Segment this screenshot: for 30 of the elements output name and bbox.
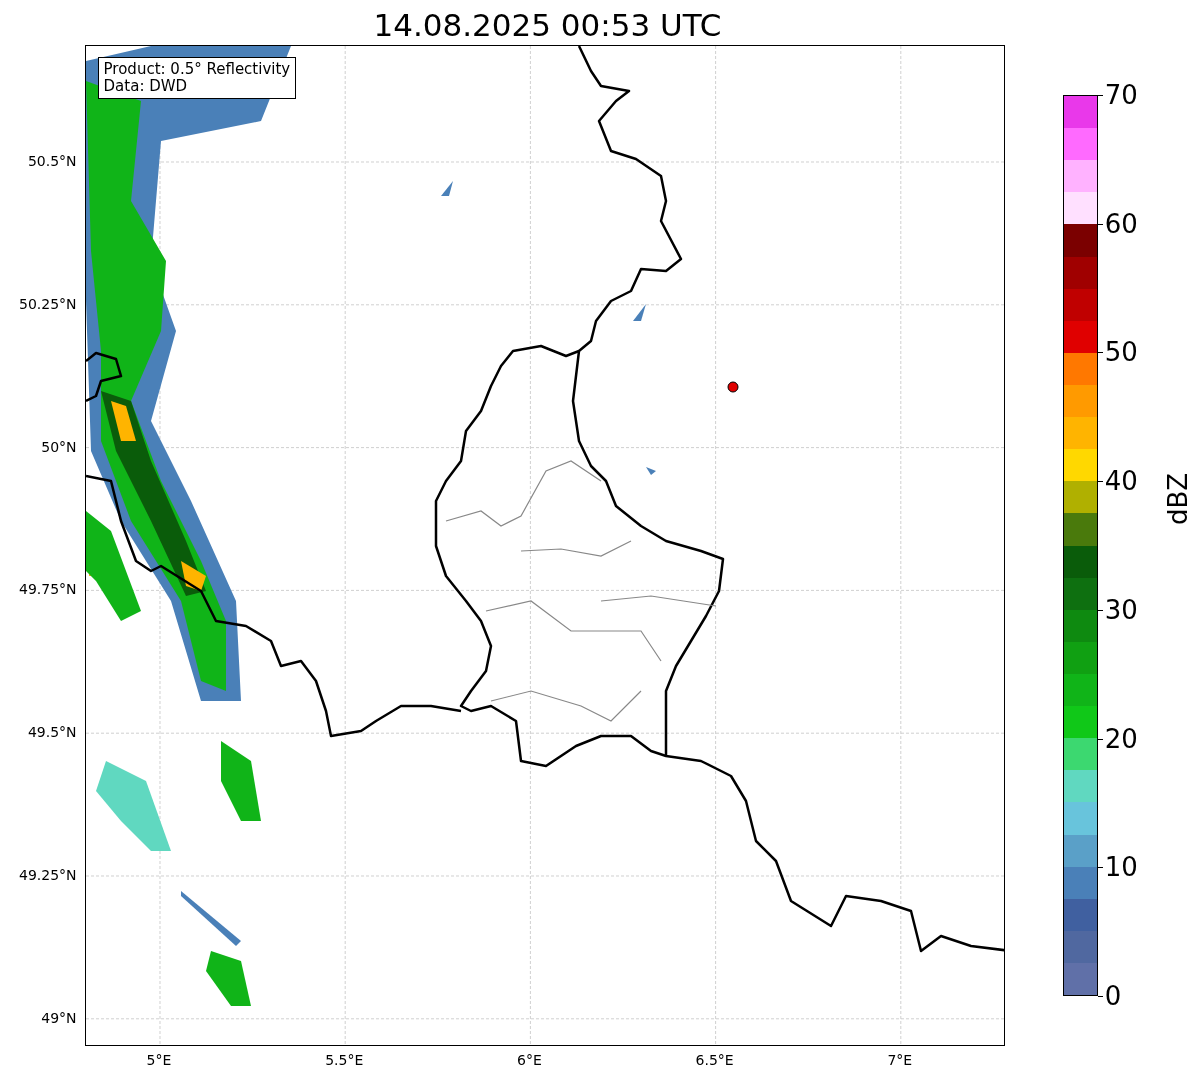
radar-echo: [205, 951, 251, 1006]
colorbar-tick-label: 0: [1104, 983, 1122, 1009]
latitude-label: 49.75°N: [19, 579, 77, 599]
colorbar-tick-label: 60: [1104, 210, 1138, 237]
latitude-label: 50.25°N: [19, 294, 77, 314]
radar-echo: [180, 891, 241, 946]
chart-title: 14.08.2025 00:53 UTC: [372, 6, 723, 45]
info-text: Product: 0.5° Reflectivity: [103, 61, 291, 78]
colorbar-tick-label: 50: [1104, 339, 1138, 366]
radar-echo: [645, 467, 656, 475]
colorbar-label: dBZ: [1161, 472, 1194, 525]
longitude-label: 5.5°E: [325, 1051, 364, 1070]
longitude-label: 6.5°E: [695, 1051, 734, 1070]
colorbar-tick-label: 10: [1104, 854, 1138, 881]
radar-echo: [632, 304, 646, 321]
longitude-label: 5°E: [146, 1051, 172, 1070]
colorbar-tick-label: 20: [1104, 725, 1138, 752]
longitude-label: 7°E: [887, 1051, 913, 1070]
colorbar-tick-label: 70: [1104, 82, 1138, 108]
location-marker: [727, 381, 739, 393]
latitude-label: 49.25°N: [19, 865, 77, 885]
info-text: Data: DWD: [103, 78, 189, 95]
latitude-label: 49.5°N: [27, 722, 77, 742]
colorbar-tick-label: 30: [1104, 596, 1138, 623]
latitude-label: 50°N: [41, 437, 77, 457]
radar-echo: [440, 181, 453, 196]
longitude-label: 6°E: [517, 1051, 542, 1070]
latitude-label: 50.5°N: [27, 151, 77, 171]
colorbar-tick-label: 40: [1104, 468, 1138, 495]
latitude-label: 49°N: [41, 1008, 77, 1028]
